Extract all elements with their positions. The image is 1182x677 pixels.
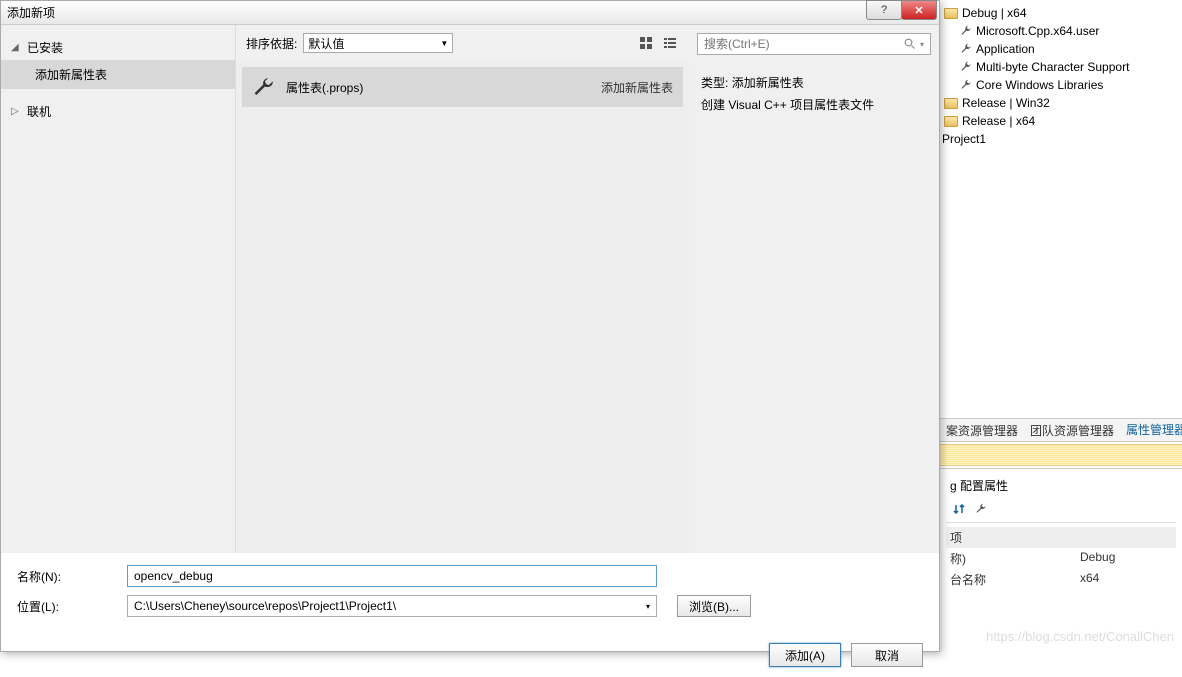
chevron-down-icon: ▾ [646, 602, 650, 611]
search-input[interactable] [704, 37, 904, 51]
tree-label: Release | x64 [962, 114, 1035, 128]
tree-label: Microsoft.Cpp.x64.user [976, 24, 1099, 38]
close-button[interactable]: ✕ [901, 0, 937, 20]
sort-bar: 排序依据: 默认值 ▼ [236, 25, 689, 61]
description-panel: ▾ 类型: 添加新属性表 创建 Visual C++ 项目属性表文件 [689, 25, 939, 553]
tree-online[interactable]: ▷ 联机 [1, 99, 235, 124]
wrench-icon [960, 43, 972, 55]
template-item-props[interactable]: 属性表(.props) 添加新属性表 [242, 67, 683, 107]
desc-type-line: 类型: 添加新属性表 [701, 73, 927, 95]
add-new-item-dialog: 添加新项 ? ✕ ◢ 已安装 添加新属性表 ▷ 联机 排序依据: [0, 0, 940, 652]
tree-installed[interactable]: ◢ 已安装 [1, 35, 235, 60]
sort-tool[interactable] [950, 500, 968, 518]
divider-strip [940, 444, 1182, 466]
search-icon [904, 38, 916, 50]
chevron-down-icon: ▼ [440, 39, 448, 48]
tree-project1[interactable]: Project1 [942, 130, 1180, 148]
template-list-panel: 排序依据: 默认值 ▼ 属性表(.props) [236, 25, 689, 553]
prop-row-platform[interactable]: 台名称 x64 [946, 569, 1176, 590]
bottom-tabs: 案资源管理器 团队资源管理器 属性管理器 [940, 418, 1182, 442]
desc-type-value: 添加新属性表 [732, 76, 804, 90]
properties-toolbar [946, 496, 1176, 523]
tree-label: 添加新属性表 [35, 68, 107, 82]
view-grid-button[interactable] [637, 34, 655, 52]
prop-cat-label: 项 [950, 529, 1080, 546]
tree-ms-cpp[interactable]: Microsoft.Cpp.x64.user [942, 22, 1180, 40]
wrench-icon [252, 75, 276, 99]
folder-icon [944, 8, 958, 19]
location-dropdown[interactable]: C:\Users\Cheney\source\repos\Project1\Pr… [127, 595, 657, 617]
chevron-down-icon: ▾ [920, 40, 924, 49]
chevron-right-icon: ▷ [11, 106, 23, 117]
dialog-body: ◢ 已安装 添加新属性表 ▷ 联机 排序依据: 默认值 ▼ [1, 25, 939, 553]
wrench-icon [960, 61, 972, 73]
name-label: 名称(N): [17, 568, 127, 585]
tree-core-libs[interactable]: Core Windows Libraries [942, 76, 1180, 94]
tree-label: Release | Win32 [962, 96, 1050, 110]
search-box[interactable]: ▾ [697, 33, 931, 55]
sort-label: 排序依据: [246, 35, 297, 52]
prop-key: 台名称 [950, 571, 1080, 588]
location-row: 位置(L): C:\Users\Cheney\source\repos\Proj… [17, 595, 923, 617]
properties-header: g 配置属性 [946, 475, 1176, 496]
tree-label: 联机 [27, 103, 51, 120]
prop-key: 称) [950, 550, 1080, 567]
tab-property-manager[interactable]: 属性管理器 [1120, 418, 1182, 442]
folder-icon [944, 116, 958, 127]
prop-value: Debug [1080, 550, 1115, 567]
desc-detail: 创建 Visual C++ 项目属性表文件 [701, 95, 927, 117]
tree-label: Multi-byte Character Support [976, 60, 1129, 74]
name-row: 名称(N): [17, 565, 923, 587]
property-manager-panel: Debug | x64 Microsoft.Cpp.x64.user Appli… [940, 0, 1182, 652]
cancel-button[interactable]: 取消 [851, 643, 923, 667]
prop-value: x64 [1080, 571, 1099, 588]
template-name: 属性表(.props) [286, 79, 601, 96]
browse-button[interactable]: 浏览(B)... [677, 595, 751, 617]
tree-debug-x64[interactable]: Debug | x64 [942, 4, 1180, 22]
prop-category: 项 [946, 527, 1176, 548]
tree-add-property-sheet[interactable]: 添加新属性表 [1, 60, 235, 89]
tree-release-win32[interactable]: Release | Win32 [942, 94, 1180, 112]
chevron-down-icon: ◢ [11, 42, 23, 53]
folder-icon [944, 98, 958, 109]
sort-dropdown[interactable]: 默认值 ▼ [303, 33, 453, 53]
tree-mbcs[interactable]: Multi-byte Character Support [942, 58, 1180, 76]
window-controls: ? ✕ [867, 0, 937, 20]
tree-label: Debug | x64 [962, 6, 1027, 20]
sort-value: 默认值 [308, 35, 344, 52]
wrench-icon [960, 25, 972, 37]
dialog-titlebar: 添加新项 ? ✕ [1, 1, 939, 25]
template-list: 属性表(.props) 添加新属性表 [236, 61, 689, 553]
template-description: 类型: 添加新属性表 创建 Visual C++ 项目属性表文件 [689, 63, 939, 126]
category-tree: ◢ 已安装 添加新属性表 ▷ 联机 [1, 25, 236, 553]
help-button[interactable]: ? [866, 0, 902, 20]
tree-label: 已安装 [27, 39, 63, 56]
desc-type-label: 类型: [701, 76, 728, 90]
tree-label: Core Windows Libraries [976, 78, 1103, 92]
dialog-title: 添加新项 [7, 4, 55, 21]
view-list-button[interactable] [661, 34, 679, 52]
add-button[interactable]: 添加(A) [769, 643, 841, 667]
tab-team-explorer[interactable]: 团队资源管理器 [1024, 418, 1120, 442]
bottom-form: 名称(N): 位置(L): C:\Users\Cheney\source\rep… [1, 553, 939, 637]
tree-release-x64[interactable]: Release | x64 [942, 112, 1180, 130]
tree-application[interactable]: Application [942, 40, 1180, 58]
dialog-buttons: 添加(A) 取消 [1, 637, 939, 677]
wrench-tool[interactable] [972, 500, 990, 518]
wrench-icon [960, 79, 972, 91]
name-input[interactable] [127, 565, 657, 587]
location-value: C:\Users\Cheney\source\repos\Project1\Pr… [134, 599, 396, 613]
bg-tree: Debug | x64 Microsoft.Cpp.x64.user Appli… [940, 0, 1182, 152]
tree-label: Application [976, 42, 1035, 56]
location-label: 位置(L): [17, 598, 127, 615]
prop-row-name[interactable]: 称) Debug [946, 548, 1176, 569]
template-tag: 添加新属性表 [601, 79, 673, 96]
properties-panel: g 配置属性 项 称) Debug 台名称 x64 [940, 468, 1182, 652]
tab-solution-explorer[interactable]: 案资源管理器 [940, 418, 1024, 442]
tree-label: Project1 [942, 132, 986, 146]
